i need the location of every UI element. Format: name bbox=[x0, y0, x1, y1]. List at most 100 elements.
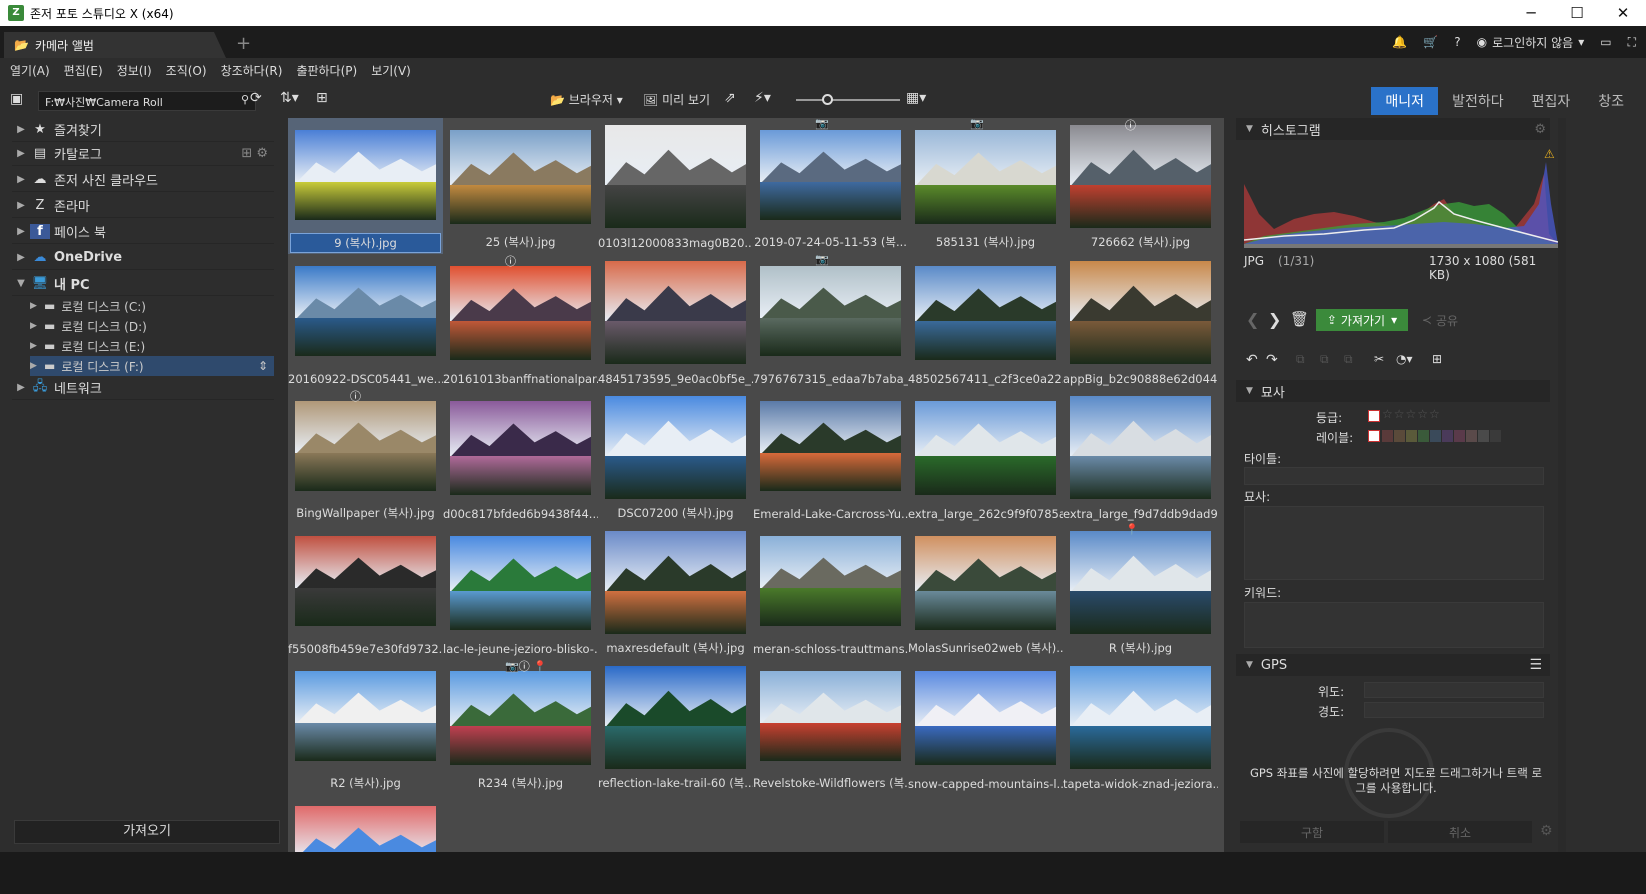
sort-icon[interactable]: ⇅▾ bbox=[280, 90, 299, 106]
add-tab-icon[interactable]: + bbox=[236, 33, 251, 54]
tab-camera-album[interactable]: 📂 카메라 앨범 bbox=[4, 32, 226, 58]
menu-view[interactable]: 보기(V) bbox=[371, 62, 411, 79]
nav-drive-f[interactable]: ▶ ▬ 로컬 디스크 (F:) ⇕ bbox=[30, 356, 274, 376]
photo-tile[interactable]: ⓘ 20161013banffnationalpar... bbox=[443, 254, 598, 390]
previous-icon[interactable]: ❮ bbox=[1246, 310, 1259, 329]
nav-drive-e[interactable]: ▶ ▬ 로컬 디스크 (E:) bbox=[30, 336, 274, 356]
menu-open[interactable]: 열기(A) bbox=[10, 62, 50, 79]
nav-favorites[interactable]: ▶ ★ 즐겨찾기 bbox=[12, 118, 274, 142]
nav-cloud[interactable]: ▶ ☁ 존저 사진 클라우드 bbox=[12, 168, 274, 192]
label-none-icon[interactable] bbox=[1368, 430, 1380, 442]
nav-catalog[interactable]: ▶ ▤ 카탈로그 ⊞ ⚙ bbox=[12, 142, 274, 166]
zoom-slider[interactable] bbox=[796, 94, 900, 105]
photo-tile[interactable]: 25 (복사).jpg bbox=[443, 118, 598, 254]
path-input[interactable]: F:₩사진₩Camera Roll ⚲ bbox=[38, 91, 256, 111]
rotate-left-icon[interactable]: ↶ bbox=[1246, 352, 1258, 368]
bell-icon[interactable]: 🔔 bbox=[1392, 35, 1407, 49]
keywords-field[interactable] bbox=[1244, 602, 1544, 648]
photo-tile[interactable]: 📷 585131 (복사).jpg bbox=[908, 118, 1063, 254]
star-rating[interactable]: ☆☆☆☆☆ bbox=[1382, 407, 1441, 421]
fullscreen-icon[interactable]: ⛶ bbox=[1628, 35, 1636, 50]
photo-tile[interactable]: d00c817bfded6b9438f44... bbox=[443, 389, 598, 525]
histogram-section[interactable]: ▼ 히스토그램 ⚙ bbox=[1236, 118, 1550, 140]
photo-tile[interactable]: 9 (복사).jpg bbox=[288, 118, 443, 254]
copy-meta-icon[interactable]: ⧉ bbox=[1344, 352, 1353, 367]
photo-tile[interactable]: reflection-lake-trail-60 (복... bbox=[598, 659, 753, 795]
delete-icon[interactable]: 🗑 bbox=[1290, 310, 1309, 328]
menu-edit[interactable]: 편집(E) bbox=[64, 62, 103, 79]
photo-tile[interactable]: snow-capped-mountains-l... bbox=[908, 659, 1063, 795]
cancel-button[interactable]: 취소 bbox=[1388, 821, 1532, 843]
longitude-field[interactable] bbox=[1364, 702, 1544, 718]
preview-button[interactable]: 🖼 미리 보기 bbox=[643, 91, 710, 108]
right-scrollbar[interactable] bbox=[1558, 118, 1566, 852]
grid-view-icon[interactable]: ▦▾ bbox=[906, 90, 926, 106]
photo-tile[interactable]: ⓘ BingWallpaper (복사).jpg bbox=[288, 389, 443, 525]
nav-facebook[interactable]: ▶ f 페이스 북 bbox=[12, 220, 274, 244]
photo-tile[interactable]: appBig_b2c90888e62d044... bbox=[1063, 254, 1218, 390]
save-button[interactable]: 구함 bbox=[1240, 821, 1384, 843]
nav-my-pc[interactable]: ▼ 🖥 내 PC bbox=[12, 272, 274, 296]
settings-icon[interactable]: ⚙ bbox=[1534, 122, 1546, 137]
eye-icon[interactable]: ◔▾ bbox=[1396, 352, 1413, 366]
photo-tile[interactable]: ⓘ 726662 (복사).jpg bbox=[1063, 118, 1218, 254]
nav-drive-d[interactable]: ▶ ▬ 로컬 디스크 (D:) bbox=[30, 316, 274, 336]
photo-tile[interactable]: 0103l12000833mag0B20... bbox=[598, 118, 753, 254]
next-icon[interactable]: ❯ bbox=[1268, 310, 1281, 329]
gps-section[interactable]: ▼ GPS ☰ bbox=[1236, 654, 1550, 676]
nav-onedrive[interactable]: ▶ ☁ OneDrive bbox=[12, 246, 274, 270]
description-section[interactable]: ▼ 묘사 bbox=[1236, 380, 1550, 402]
photo-tile[interactable]: 48502567411_c2f3ce0a22... bbox=[908, 254, 1063, 390]
photo-tile[interactable]: meran-schloss-trauttmans... bbox=[753, 524, 908, 660]
cart-icon[interactable]: 🛒 bbox=[1423, 35, 1438, 49]
photo-tile[interactable]: 4845173595_9e0ac0bf5e_... bbox=[598, 254, 753, 390]
tab-develop[interactable]: 발전하다 bbox=[1438, 87, 1518, 115]
description-field[interactable] bbox=[1244, 506, 1544, 580]
share-button[interactable]: ≺ 공유 bbox=[1414, 309, 1466, 331]
import-button[interactable]: 가져오기 bbox=[14, 820, 280, 844]
menu-icon[interactable]: ☰ bbox=[1529, 657, 1542, 673]
nav-zonerama[interactable]: ▶ Z 존라마 bbox=[12, 194, 274, 218]
settings-icon[interactable]: ⊞ ⚙ bbox=[241, 146, 268, 161]
tab-create[interactable]: 창조 bbox=[1584, 87, 1638, 115]
photo-tile[interactable]: lac-le-jeune-jezioro-blisko-... bbox=[443, 524, 598, 660]
photo-tile[interactable] bbox=[288, 794, 443, 852]
settings-icon[interactable]: ⚙ bbox=[1540, 823, 1553, 839]
search-icon[interactable]: ⚲ bbox=[241, 93, 249, 106]
paste-icon[interactable]: ⧉ bbox=[1320, 352, 1329, 367]
browser-button[interactable]: 📂 브라우저 ▾ bbox=[550, 91, 623, 108]
menu-organize[interactable]: 조직(O) bbox=[166, 62, 207, 79]
photo-tile[interactable]: R2 (복사).jpg bbox=[288, 659, 443, 795]
photo-tile[interactable]: 📷ⓘ 📍 R234 (복사).jpg bbox=[443, 659, 598, 795]
nav-network[interactable]: ▶ 🖧 네트워크 bbox=[12, 376, 274, 400]
photo-tile[interactable]: 📍 R (복사).jpg bbox=[1063, 523, 1218, 660]
refresh-icon[interactable]: ⟳ bbox=[250, 90, 262, 106]
export-button[interactable]: ⇪ 가져가기 ▾ bbox=[1316, 309, 1408, 331]
title-field[interactable] bbox=[1244, 467, 1544, 485]
folder-up-icon[interactable]: ▣ bbox=[10, 91, 23, 107]
copy-icon[interactable]: ⧉ bbox=[1296, 352, 1305, 367]
reorder-icon[interactable]: ⇕ bbox=[258, 359, 268, 373]
photo-tile[interactable]: 20160922-DSC05441_we... bbox=[288, 254, 443, 390]
maximize-icon[interactable]: ☐ bbox=[1554, 0, 1600, 26]
tools-icon[interactable]: ✂ bbox=[1374, 352, 1384, 366]
external-link-icon[interactable]: ⇗ bbox=[724, 90, 736, 106]
rotate-right-icon[interactable]: ↷ bbox=[1266, 352, 1278, 368]
photo-tile[interactable]: extra_large_262c9f9f0785a... bbox=[908, 389, 1063, 525]
tab-manager[interactable]: 매니저 bbox=[1371, 87, 1439, 115]
menu-info[interactable]: 정보(I) bbox=[117, 62, 152, 79]
add-icon[interactable]: ⊞ bbox=[1432, 352, 1442, 366]
minimize-icon[interactable]: ─ bbox=[1508, 0, 1554, 26]
photo-tile[interactable]: extra_large_f9d7ddb9dad9... bbox=[1063, 389, 1218, 525]
photo-tile[interactable]: Emerald-Lake-Carcross-Yu... bbox=[753, 389, 908, 525]
new-folder-icon[interactable]: ⊞ bbox=[316, 90, 328, 106]
menu-publish[interactable]: 출판하다(P) bbox=[296, 62, 357, 79]
photo-tile[interactable]: f55008fb459e7e30fd9732... bbox=[288, 524, 443, 660]
latitude-field[interactable] bbox=[1364, 682, 1544, 698]
photo-tile[interactable]: tapeta-widok-znad-jeziora... bbox=[1063, 659, 1218, 795]
rating-reject-icon[interactable] bbox=[1368, 410, 1380, 422]
monitor-icon[interactable]: ▭ bbox=[1600, 35, 1611, 49]
menu-create[interactable]: 창조하다(R) bbox=[221, 62, 283, 79]
close-icon[interactable]: ✕ bbox=[1600, 0, 1646, 26]
photo-tile[interactable]: DSC07200 (복사).jpg bbox=[598, 389, 753, 525]
